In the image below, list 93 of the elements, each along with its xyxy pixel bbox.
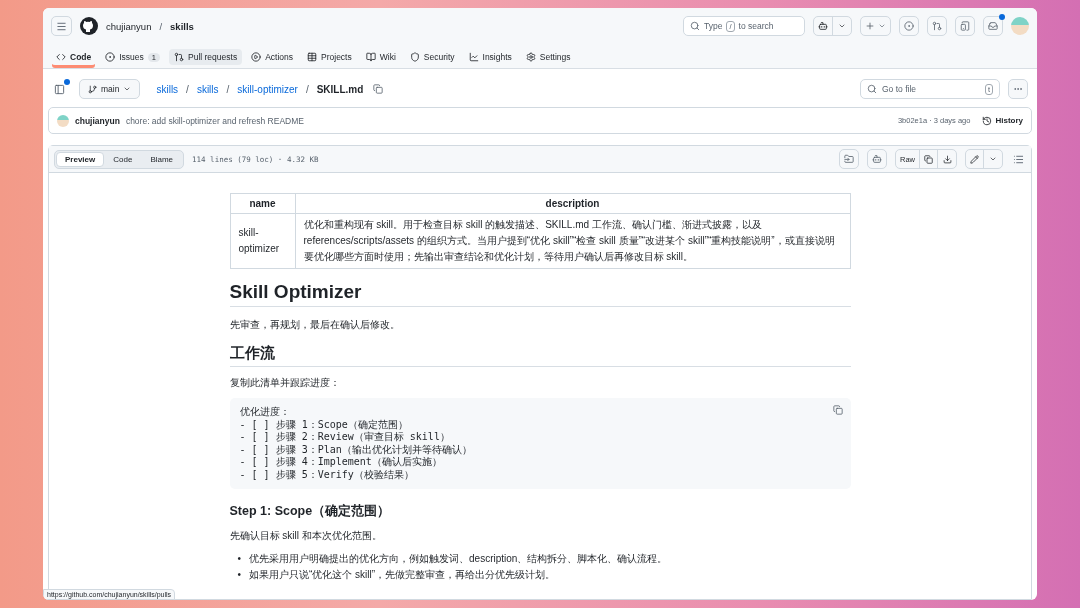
- download-icon: [942, 154, 952, 164]
- avatar[interactable]: [1011, 17, 1029, 35]
- nav-tab[interactable]: Actions: [246, 49, 298, 65]
- more-button[interactable]: [1008, 79, 1028, 99]
- robot-icon: [872, 154, 882, 164]
- view-tab[interactable]: Preview: [56, 151, 105, 167]
- robot-icon: [818, 21, 828, 31]
- heading: Step 1: Scope（确定范围）: [229, 503, 392, 520]
- caret-icon: [878, 22, 886, 30]
- history-link[interactable]: History: [982, 115, 1023, 126]
- separator: /: [186, 83, 189, 95]
- nav-tab[interactable]: Projects: [302, 49, 357, 65]
- paragraph: 复制此清单并跟踪进度：: [229, 376, 341, 390]
- pull-requests-button[interactable]: [927, 16, 947, 36]
- code-line: - [ ] 步骤 3：Plan（输出优化计划并等待确认）: [239, 443, 472, 456]
- column-header: name: [230, 193, 295, 214]
- inbox-icon: [988, 21, 998, 31]
- menu-icon: [56, 20, 67, 32]
- nav-tab[interactable]: Pull requests: [169, 49, 243, 65]
- copilot-button[interactable]: [867, 149, 887, 169]
- list-icon: [1013, 153, 1024, 165]
- settings-icon: [525, 52, 536, 62]
- table-cell: 优化和重构现有 skill。用于检查目标 skill 的触发描述、SKILL.md 工作流、确认门槛、渐进式披露，以及 references/scripts/assets 的组织方式。当用户提到“优化 skill”“检查 skill 质量”“改进某个 skill”“重构技能说明”，或直接说明要优化哪些方面时使用；先输出审查结论和优化计划，等待用户确认后再修改目标 skill。: [295, 213, 850, 269]
- panel-icon: [54, 83, 65, 95]
- heading: 工作流: [229, 344, 851, 367]
- device-button[interactable]: [955, 16, 975, 36]
- code-icon: [56, 52, 66, 62]
- logo-icon[interactable]: [80, 17, 98, 35]
- folder-button[interactable]: [839, 149, 859, 169]
- code-line: - [ ] 步骤 4：Implement（确认后实施）: [239, 456, 442, 469]
- menu-button[interactable]: [51, 16, 72, 36]
- view-tab[interactable]: Code: [104, 151, 142, 167]
- code-line: - [ ] 步骤 5：Verify（校验结果）: [239, 468, 414, 481]
- breadcrumb-link[interactable]: skills: [196, 83, 219, 95]
- owner-link[interactable]: chujianyun: [106, 20, 152, 32]
- repo-link[interactable]: skills: [170, 20, 194, 32]
- shield-icon: [409, 52, 420, 62]
- commit-author[interactable]: chujianyun: [75, 115, 120, 126]
- bullet: •: [237, 568, 241, 582]
- paragraph: 先审查，再规划，最后在确认后修改。: [229, 318, 401, 332]
- table-icon: [307, 52, 317, 62]
- separator: /: [226, 83, 230, 95]
- caret-icon: [989, 155, 997, 163]
- breadcrumb-link[interactable]: skills: [156, 83, 179, 95]
- branch-button[interactable]: main: [79, 79, 141, 99]
- device-icon: [960, 21, 970, 31]
- plus-icon: [865, 21, 875, 31]
- copy-icon: [924, 154, 933, 164]
- book-icon: [365, 52, 376, 62]
- circle-dot-icon: [904, 21, 914, 31]
- view-tab[interactable]: Blame: [141, 151, 183, 167]
- search-icon: [867, 84, 877, 94]
- avatar: [57, 114, 69, 127]
- nav-tab[interactable]: Settings: [520, 49, 576, 65]
- circle-dot-icon: [105, 52, 116, 62]
- code-line: 优化进度：: [239, 406, 290, 419]
- column-header: description: [295, 193, 850, 214]
- folder-icon: [844, 154, 854, 164]
- code-line: - [ ] 步骤 2：Review（审查目标 skill）: [239, 431, 450, 444]
- bullet: •: [237, 552, 241, 566]
- branch-icon: [88, 84, 97, 94]
- table-cell: skill-optimizer: [230, 213, 295, 269]
- sidebar-toggle-button[interactable]: [52, 81, 67, 97]
- separator: /: [159, 20, 163, 32]
- create-button[interactable]: [860, 16, 891, 36]
- commit-message[interactable]: chore: add skill-optimizer and refresh README: [125, 115, 304, 126]
- inbox-button[interactable]: [983, 16, 1003, 36]
- list-item: 如果用户只说“优化这个 skill”，先做完整审查，再给出分优先级计划。: [249, 568, 556, 582]
- caret-icon: [123, 85, 132, 93]
- pull-request-icon: [174, 52, 184, 62]
- copy-icon: [373, 84, 384, 94]
- code-line: - [ ] 步骤 1：Scope（确定范围）: [239, 418, 408, 431]
- search-icon: [690, 21, 700, 31]
- issues-button[interactable]: [899, 16, 919, 36]
- copy-button[interactable]: [832, 405, 843, 415]
- separator: /: [305, 83, 309, 95]
- graph-icon: [468, 52, 479, 62]
- play-icon: [251, 52, 262, 62]
- pencil-icon: [970, 154, 979, 164]
- paragraph: 先确认目标 skill 和本次优化范围。: [229, 529, 383, 543]
- pull-request-icon: [932, 21, 942, 31]
- copy-icon: [832, 405, 843, 415]
- nav-tab[interactable]: Wiki: [360, 49, 401, 65]
- breadcrumb-link[interactable]: skill-optimizer: [237, 83, 298, 95]
- nav-tab[interactable]: Security: [404, 49, 460, 65]
- nav-tab[interactable]: Code: [51, 49, 97, 65]
- file-name: SKILL.md: [316, 83, 364, 95]
- list-item: 优先采用用户明确提出的优化方向，例如触发词、description、结构拆分、脚本化、确认流程。: [249, 552, 668, 566]
- nav-tab[interactable]: Insights: [463, 49, 517, 65]
- copy-button[interactable]: [371, 82, 386, 96]
- history-icon: [982, 115, 993, 126]
- heading: Skill Optimizer: [229, 281, 851, 307]
- caret-icon: [838, 22, 846, 30]
